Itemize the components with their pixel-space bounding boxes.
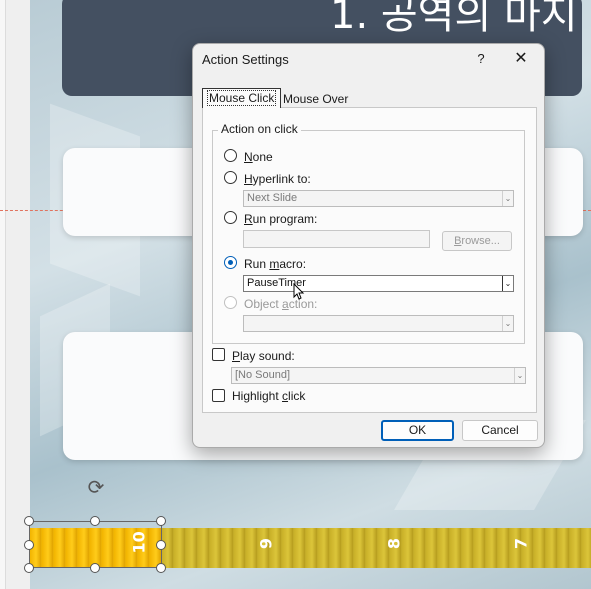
close-button[interactable]: ✕: [507, 48, 535, 70]
ok-button[interactable]: OK: [381, 420, 454, 441]
label-play-sound[interactable]: Play sound:: [232, 349, 295, 363]
mouse-pointer-icon: [293, 282, 305, 304]
label-none[interactable]: None: [244, 150, 273, 164]
label-hyperlink[interactable]: Hyperlink to:: [244, 172, 311, 186]
resize-handle-l[interactable]: [24, 540, 34, 550]
chevron-down-icon: ⌄: [502, 316, 513, 331]
resize-handle-bl[interactable]: [24, 563, 34, 573]
radio-none[interactable]: [224, 149, 237, 162]
group-label: Action on click: [218, 122, 301, 136]
timer-label-8: 8: [384, 537, 404, 550]
label-object-action[interactable]: Object action:: [244, 297, 317, 311]
resize-handle-b[interactable]: [90, 563, 100, 573]
timer-label-9: 9: [256, 537, 276, 550]
tab-mouse-click[interactable]: Mouse Click: [202, 88, 282, 108]
radio-object-action[interactable]: [224, 296, 237, 309]
dialog-title: Action Settings: [202, 52, 289, 67]
rotate-handle-icon[interactable]: ⟳: [86, 478, 106, 498]
slide-title-text: 1. 공역의 마지: [330, 0, 578, 38]
action-settings-dialog: Action Settings ? ✕ Mouse Click Mouse Ov…: [192, 43, 545, 448]
sound-dropdown[interactable]: [No Sound] ⌄: [231, 367, 526, 384]
resize-handle-t[interactable]: [90, 516, 100, 526]
left-pane-edge: [0, 0, 6, 589]
resize-handle-tl[interactable]: [24, 516, 34, 526]
hyperlink-dropdown[interactable]: Next Slide ⌄: [243, 190, 514, 207]
timer-label-7: 7: [511, 537, 531, 550]
radio-hyperlink[interactable]: [224, 171, 237, 184]
label-run-program[interactable]: Run program:: [244, 212, 317, 226]
highlight-click-checkbox[interactable]: [212, 389, 225, 402]
resize-handle-r[interactable]: [156, 540, 166, 550]
label-run-macro[interactable]: Run macro:: [244, 257, 306, 271]
resize-handle-tr[interactable]: [156, 516, 166, 526]
object-action-dropdown[interactable]: ⌄: [243, 315, 514, 332]
radio-run-macro[interactable]: [224, 256, 237, 269]
resize-handle-br[interactable]: [156, 563, 166, 573]
chevron-down-icon: ⌄: [502, 276, 513, 291]
chevron-down-icon: ⌄: [514, 368, 525, 383]
radio-run-program[interactable]: [224, 211, 237, 224]
chevron-down-icon: ⌄: [502, 191, 513, 206]
tab-mouse-click-label: Mouse Click: [207, 90, 277, 106]
selection-box: [29, 521, 162, 568]
hyperlink-value: Next Slide: [247, 192, 298, 204]
browse-button[interactable]: Browse...: [442, 231, 512, 251]
macro-dropdown[interactable]: PauseTimer ⌄: [243, 275, 514, 292]
play-sound-checkbox[interactable]: [212, 348, 225, 361]
sound-value: [No Sound]: [235, 369, 291, 381]
label-highlight-click[interactable]: Highlight click: [232, 389, 305, 403]
program-path-input[interactable]: [243, 230, 430, 248]
help-button[interactable]: ?: [469, 48, 493, 70]
tab-mouse-over[interactable]: Mouse Over: [279, 90, 352, 109]
cancel-button[interactable]: Cancel: [462, 420, 538, 441]
